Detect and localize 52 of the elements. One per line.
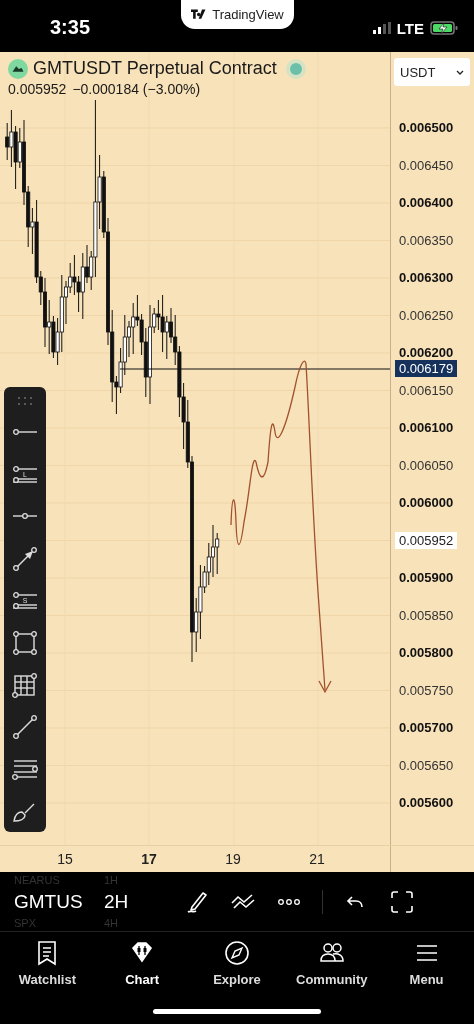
price-label: 0.005750	[399, 682, 454, 698]
price-label: 0.006150	[399, 382, 454, 398]
compass-icon	[224, 940, 250, 966]
coin-icon	[8, 58, 28, 79]
price-label: 0.006500	[399, 120, 454, 136]
price-label: 0.006200	[399, 345, 454, 361]
drag-handle-icon[interactable]	[18, 397, 32, 405]
price-label: 0.005650	[399, 757, 454, 773]
date-label: 19	[224, 851, 242, 867]
date-label: 21	[308, 851, 326, 867]
rectangle-icon[interactable]	[11, 629, 39, 657]
signal-icon	[372, 22, 391, 34]
status-dot	[289, 62, 302, 75]
price-label: 0.006100	[399, 420, 454, 436]
tab[interactable]: Chart	[94, 940, 190, 1000]
price-label: 0.006050	[399, 457, 454, 473]
price-label: 0.006000	[399, 495, 454, 511]
price-label: 0.006400	[399, 195, 454, 211]
price-label: 0.005600	[399, 795, 454, 811]
price-label: 0.005700	[399, 720, 454, 736]
price-label: 0.005900	[399, 570, 454, 586]
price-change: −0.000184 (−3.00%)	[72, 81, 201, 97]
fullscreen-icon[interactable]	[389, 888, 415, 915]
tab[interactable]: Menu	[379, 940, 474, 1000]
arrow-icon[interactable]	[11, 545, 39, 573]
date-label: 17	[140, 851, 158, 867]
symbol-title[interactable]: GMTUSDT Perpetual Contract	[33, 58, 277, 79]
symbol-option[interactable]: GMTUS	[14, 890, 104, 913]
trend-line-icon[interactable]	[11, 713, 39, 741]
horizontal-line[interactable]	[119, 368, 390, 370]
tab[interactable]: Explore	[189, 940, 285, 1000]
price-label: 0.006250	[399, 307, 454, 323]
network-label: LTE	[396, 19, 424, 37]
grid-icon[interactable]	[11, 671, 39, 699]
date-label: 15	[56, 851, 74, 867]
price-label: 0.005800	[399, 645, 454, 661]
clock-time: 3:35	[50, 15, 92, 39]
price-label: 0.006300	[399, 270, 454, 286]
last-price: 0.005952	[8, 81, 67, 97]
currency-select[interactable]: USDT	[394, 58, 470, 86]
price-label: 0.006350	[399, 232, 454, 248]
line-price-tag: 0.006179	[395, 360, 458, 377]
price-label: 0.006450	[399, 157, 454, 173]
last-price-tag: 0.005952	[395, 531, 458, 549]
app-pill: TradingView	[181, 0, 294, 29]
price-label: 0.005850	[399, 607, 454, 623]
tab[interactable]: Community	[284, 940, 380, 1000]
interval-option[interactable]: 2H	[104, 890, 162, 913]
freehand-arrow-drawing[interactable]	[230, 360, 332, 694]
chevron-down-icon	[456, 69, 464, 75]
tab[interactable]: Watchlist	[0, 940, 95, 1000]
battery-charging-icon	[430, 21, 458, 35]
